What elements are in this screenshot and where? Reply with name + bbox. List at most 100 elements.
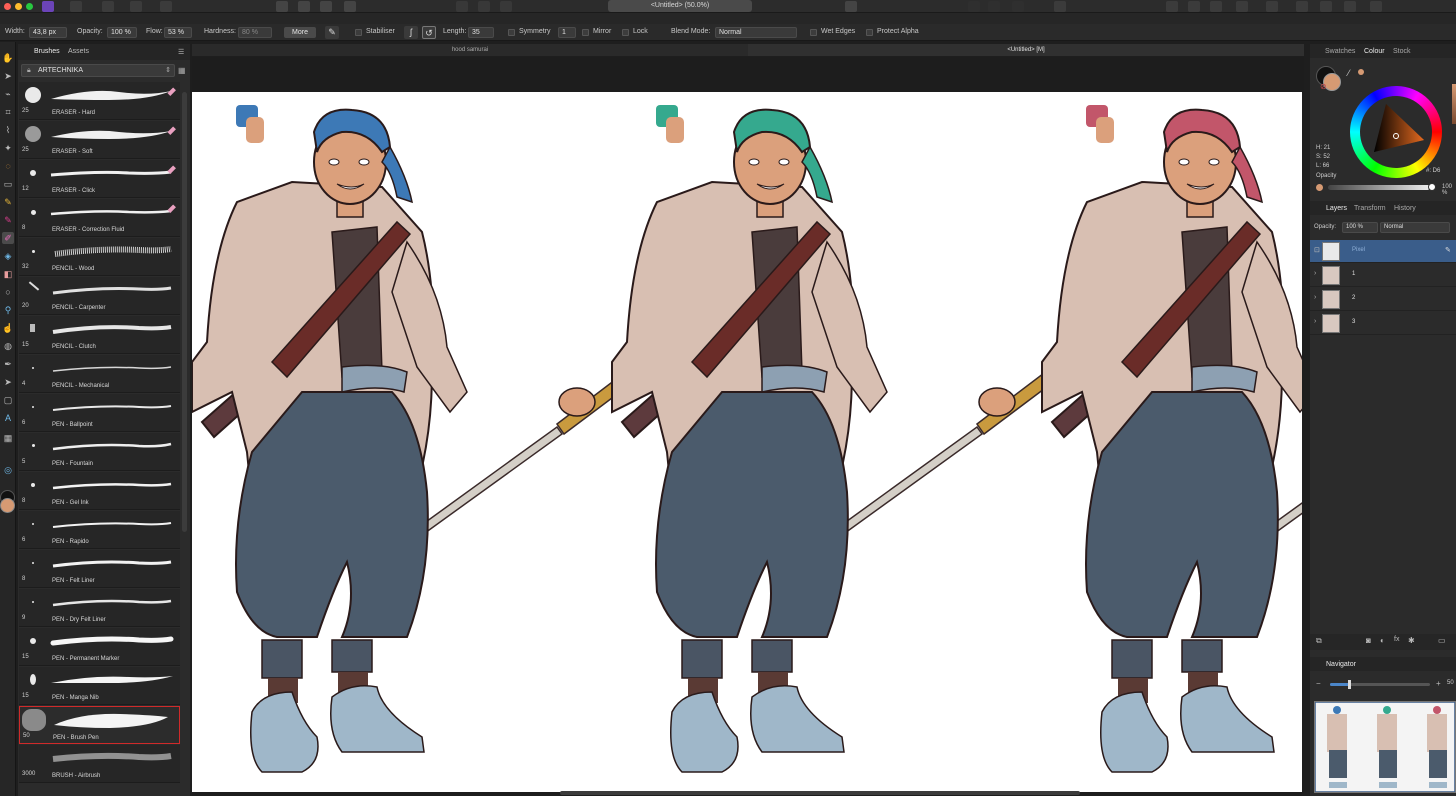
add-group-icon[interactable]: ▭	[1438, 636, 1446, 645]
layer-row-3[interactable]: › 3	[1310, 312, 1456, 335]
stabiliser-checkbox[interactable]	[355, 29, 362, 36]
brush-item-pen-dry-felt-liner[interactable]: 9 PEN - Dry Felt Liner	[19, 589, 180, 627]
align-icon[interactable]	[1266, 1, 1278, 12]
move-tool-icon[interactable]: ➤	[2, 70, 14, 82]
mirror-checkbox[interactable]	[582, 29, 589, 36]
flip-horizontal-icon[interactable]	[1210, 1, 1222, 12]
dodge-tool-icon[interactable]: ○	[2, 286, 14, 298]
wet-edges-checkbox[interactable]	[810, 29, 817, 36]
persona-develop-icon[interactable]	[130, 1, 142, 12]
brush-item-pen-gel-ink[interactable]: 8 PEN - Gel Ink	[19, 472, 180, 510]
brush-item-pencil-wood[interactable]: 32 PENCIL - Wood	[19, 238, 180, 276]
shape-tool-icon[interactable]: ▢	[2, 394, 14, 406]
live-filter-icon[interactable]: ✱	[1408, 636, 1415, 645]
adjustment-layer-icon[interactable]: ◐	[1380, 636, 1385, 645]
brush-item-eraser-soft[interactable]: 25 ERASER - Soft	[19, 121, 180, 159]
text-tool-icon[interactable]: A	[2, 412, 14, 424]
blend-mode-select[interactable]: Normal	[715, 27, 797, 38]
zoom-slider-handle[interactable]	[1348, 680, 1351, 689]
invert-selection-icon[interactable]	[500, 1, 512, 12]
tab-hood-samurai[interactable]: hood samurai	[192, 44, 748, 56]
colour-triangle[interactable]	[1366, 100, 1428, 162]
primary-color-swatch[interactable]	[0, 498, 15, 513]
node-tool-icon[interactable]: ➤	[2, 376, 14, 388]
tab-history[interactable]: History	[1394, 205, 1416, 212]
tab-brushes[interactable]: Brushes	[34, 48, 60, 55]
brush-item-eraser-correction-fluid[interactable]: 8 ERASER - Correction Fluid	[19, 199, 180, 237]
no-colour-icon[interactable]: ⊘	[1320, 82, 1327, 91]
protect-alpha-checkbox[interactable]	[866, 29, 873, 36]
lock-checkbox[interactable]	[622, 29, 629, 36]
tab-layers[interactable]: Layers	[1326, 205, 1347, 212]
close-window-button[interactable]	[4, 3, 11, 10]
selection-brush-icon[interactable]: ⌇	[2, 124, 14, 136]
brush-item-pen-fountain[interactable]: 5 PEN - Fountain	[19, 433, 180, 471]
assistant-icon[interactable]	[1054, 1, 1066, 12]
colour-opacity-slider[interactable]	[1328, 185, 1430, 190]
tab-untitled[interactable]: <Untitled> [M]	[748, 44, 1304, 56]
boolean-intersect-icon[interactable]	[1344, 1, 1356, 12]
symmetry-checkbox[interactable]	[508, 29, 515, 36]
panel-menu-icon[interactable]: ☰	[178, 48, 184, 56]
brush-item-pencil-mechanical[interactable]: 4 PENCIL - Mechanical	[19, 355, 180, 393]
mask-layer-icon[interactable]: ◙	[1366, 636, 1371, 645]
tab-transform[interactable]: Transform	[1354, 205, 1386, 212]
blur-tool-icon[interactable]: ◍	[2, 340, 14, 352]
length-field[interactable]: 35	[468, 27, 494, 38]
brush-item-pen-ballpoint[interactable]: 6 PEN - Ballpoint	[19, 394, 180, 432]
pen-tool-icon[interactable]: ✒	[2, 358, 14, 370]
snapping-icon[interactable]	[968, 1, 980, 12]
grid-view-icon[interactable]: ▦	[178, 64, 188, 77]
layer-lock-icon[interactable]: ⊡	[1314, 246, 1320, 254]
chevron-right-icon[interactable]: ›	[1314, 294, 1316, 301]
opacity-slider-handle[interactable]	[1428, 183, 1436, 191]
tab-navigator[interactable]: Navigator	[1326, 661, 1356, 668]
undo-history-icon[interactable]	[1012, 1, 1024, 12]
fx-icon[interactable]: fx	[1394, 636, 1399, 643]
gradient-tool-icon[interactable]: ◧	[2, 268, 14, 280]
colour-wheel[interactable]	[1350, 86, 1442, 178]
app-logo-icon[interactable]	[42, 1, 54, 12]
window-mode-icon[interactable]: ↺	[422, 26, 436, 39]
brush-item-pen-permanent-marker[interactable]: 15 PEN - Permanent Marker	[19, 628, 180, 666]
symmetry-count-field[interactable]: 1	[558, 27, 576, 38]
brush-item-pencil-carpenter[interactable]: 20 PENCIL - Carpenter	[19, 277, 180, 315]
view-tool-icon[interactable]: ✋	[2, 52, 14, 64]
zoom-tool-icon[interactable]: ◎	[2, 464, 14, 476]
layer-edit-icon[interactable]: ✎	[1445, 246, 1451, 254]
brush-item-eraser-click[interactable]: 12 ERASER - Click	[19, 160, 180, 198]
histogram-icon[interactable]	[276, 1, 288, 12]
flip-vertical-icon[interactable]	[1236, 1, 1248, 12]
navigator-preview[interactable]	[1314, 701, 1456, 793]
rope-mode-icon[interactable]: ʃ	[404, 26, 418, 39]
eyedropper-icon[interactable]: ⁄	[1348, 68, 1350, 78]
brush-item-pencil-clutch[interactable]: 15 PENCIL - Clutch	[19, 316, 180, 354]
minimize-window-button[interactable]	[15, 3, 22, 10]
hardness-field[interactable]: 80 %	[238, 27, 272, 38]
zoom-window-button[interactable]	[26, 3, 33, 10]
freehand-select-icon[interactable]: ◌	[2, 160, 14, 172]
brush-item-pen-rapido[interactable]: 6 PEN - Rapido	[19, 511, 180, 549]
zoom-in-icon[interactable]: +	[1436, 679, 1441, 688]
layer-blend-select[interactable]: Normal	[1380, 222, 1450, 233]
selection-mode-icon[interactable]	[456, 1, 468, 12]
brush-item-brush-airbrush[interactable]: 3000 BRUSH - Airbrush	[19, 745, 180, 783]
layer-opacity-field[interactable]: 100 %	[1342, 222, 1378, 233]
brush-item-pen-brush-pen[interactable]: 50 PEN - Brush Pen	[19, 706, 180, 744]
boolean-add-icon[interactable]	[1296, 1, 1308, 12]
mask-icon[interactable]	[845, 1, 857, 12]
tab-assets[interactable]: Assets	[68, 48, 89, 55]
tab-colour[interactable]: Colour	[1364, 48, 1385, 55]
erase-brush-icon[interactable]: ✐	[2, 232, 14, 244]
layer-row-2[interactable]: › 2	[1310, 288, 1456, 311]
brush-options-icon[interactable]	[344, 1, 356, 12]
flow-field[interactable]: 53 %	[164, 27, 192, 38]
zoom-out-icon[interactable]: −	[1316, 679, 1321, 688]
clone-tool-icon[interactable]: ⚲	[2, 304, 14, 316]
tab-swatches[interactable]: Swatches	[1325, 48, 1355, 55]
width-field[interactable]: 43,8 px	[29, 27, 67, 38]
pixel-tool-icon[interactable]: ✎	[2, 214, 14, 226]
opacity-field[interactable]: 100 %	[107, 27, 137, 38]
persona-export-icon[interactable]	[160, 1, 172, 12]
smudge-tool-icon[interactable]: ☝	[2, 322, 14, 334]
